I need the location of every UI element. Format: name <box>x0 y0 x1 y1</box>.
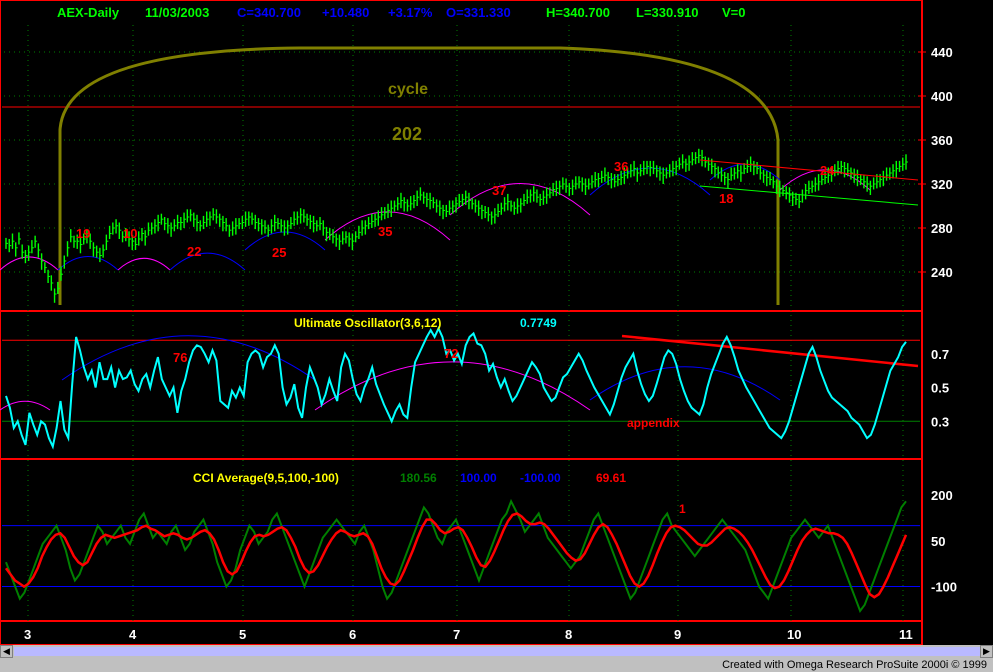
price-cycle-label-2: 22 <box>187 244 201 259</box>
header-pct: +3.17% <box>388 5 433 20</box>
cci-title: CCI Average(9,5,100,-100) <box>193 471 339 485</box>
uo-ytick-1: 0.5 <box>931 381 949 396</box>
header-high: H=340.700 <box>546 5 610 20</box>
scroll-right-button[interactable]: ▶ <box>980 645 993 658</box>
appendix-label: appendix <box>627 416 680 430</box>
price-cycle-label-6: 36 <box>614 159 628 174</box>
cci-v1: 180.56 <box>400 471 437 485</box>
scrollbar-thumb[interactable] <box>14 647 980 656</box>
header-volume: V=0 <box>722 5 746 20</box>
uo-value: 0.7749 <box>520 316 557 330</box>
cci-average <box>4 498 908 613</box>
x-tick-6: 9 <box>674 627 681 642</box>
price-cycle-arc-1 <box>57 256 119 271</box>
price-ytick-3: 360 <box>931 133 953 148</box>
price-ytick-0: 240 <box>931 265 953 280</box>
cci-ytick-1: 50 <box>931 534 945 549</box>
uo-title: Ultimate Oscillator(3,6,12) <box>294 316 441 330</box>
cci-v2: 100.00 <box>460 471 497 485</box>
x-tick-1: 4 <box>129 627 137 642</box>
price-ytick-5: 440 <box>931 45 953 60</box>
price-cycle-arc-2 <box>117 257 171 271</box>
price-cycle-label-3: 25 <box>272 245 286 260</box>
price-ytick-1: 280 <box>931 221 953 236</box>
price-cycle-arc-3 <box>169 252 246 271</box>
x-tick-8: 11 <box>899 627 913 642</box>
uo-ytick-2: 0.7 <box>931 347 949 362</box>
price-cycle-label-0: 19 <box>76 226 90 241</box>
footer-credit: Created with Omega Research ProSuite 200… <box>722 659 987 671</box>
x-axis-ticks: 3 4 5 6 7 8 9 10 11 <box>24 627 913 642</box>
y-axis-ticks: 240 280 320 360 400 440 0.3 0.5 0.7 -100 50 200 <box>918 45 957 595</box>
header-symbol: AEX-Daily <box>57 5 120 20</box>
price-cycle-label-1: 10 <box>123 226 137 241</box>
cycle-label: cycle <box>388 81 428 98</box>
osc-cycle-label-0: 76 <box>173 350 187 365</box>
price-ytick-4: 400 <box>931 89 953 104</box>
header-date: 11/03/2003 <box>145 5 209 20</box>
cci-v4: 69.61 <box>596 471 626 485</box>
header-change: +10.480 <box>322 5 369 20</box>
price-ytick-2: 320 <box>931 177 953 192</box>
x-tick-2: 5 <box>239 627 246 642</box>
x-tick-5: 8 <box>565 627 572 642</box>
price-cycle-label-7: 18 <box>719 191 733 206</box>
chart-canvas: 240 280 320 360 400 440 0.3 0.5 0.7 -100 50 200 3 4 5… <box>0 0 957 646</box>
header-open: O=331.330 <box>446 5 511 20</box>
annotation-labels: 19 10 22 25 35 37 36 18 24 76 72 <box>76 159 835 365</box>
x-tick-3: 6 <box>349 627 356 642</box>
x-tick-7: 10 <box>787 627 801 642</box>
price-cycle-label-4: 35 <box>378 224 392 239</box>
price-cycle-label-5: 37 <box>492 183 506 198</box>
cycle-value: 202 <box>392 124 422 144</box>
price-upper-trendline <box>699 159 919 181</box>
reference-lines <box>2 106 920 588</box>
x-tick-4: 7 <box>453 627 460 642</box>
header-low: L=330.910 <box>636 5 699 20</box>
x-tick-0: 3 <box>24 627 31 642</box>
uo-ytick-0: 0.3 <box>931 414 949 429</box>
cci-ytick-0: -100 <box>931 580 957 595</box>
osc-cycle-label-1: 72 <box>444 346 458 361</box>
cci-ytick-2: 200 <box>931 488 953 503</box>
price-cycle-label-8: 24 <box>820 163 835 178</box>
uo-panel-frame <box>0 310 923 460</box>
cci-v3: -100.00 <box>520 471 561 485</box>
cci-line <box>5 498 907 613</box>
scroll-left-button[interactable]: ◀ <box>0 645 13 658</box>
x-axis-frame <box>0 620 923 646</box>
osc-cycle-arc-2 <box>314 361 591 411</box>
price-bars <box>5 148 919 303</box>
osc-cycle-arc-1 <box>61 335 316 381</box>
header-close: C=340.700 <box>237 5 301 20</box>
cci-marker: 1 <box>679 502 686 516</box>
